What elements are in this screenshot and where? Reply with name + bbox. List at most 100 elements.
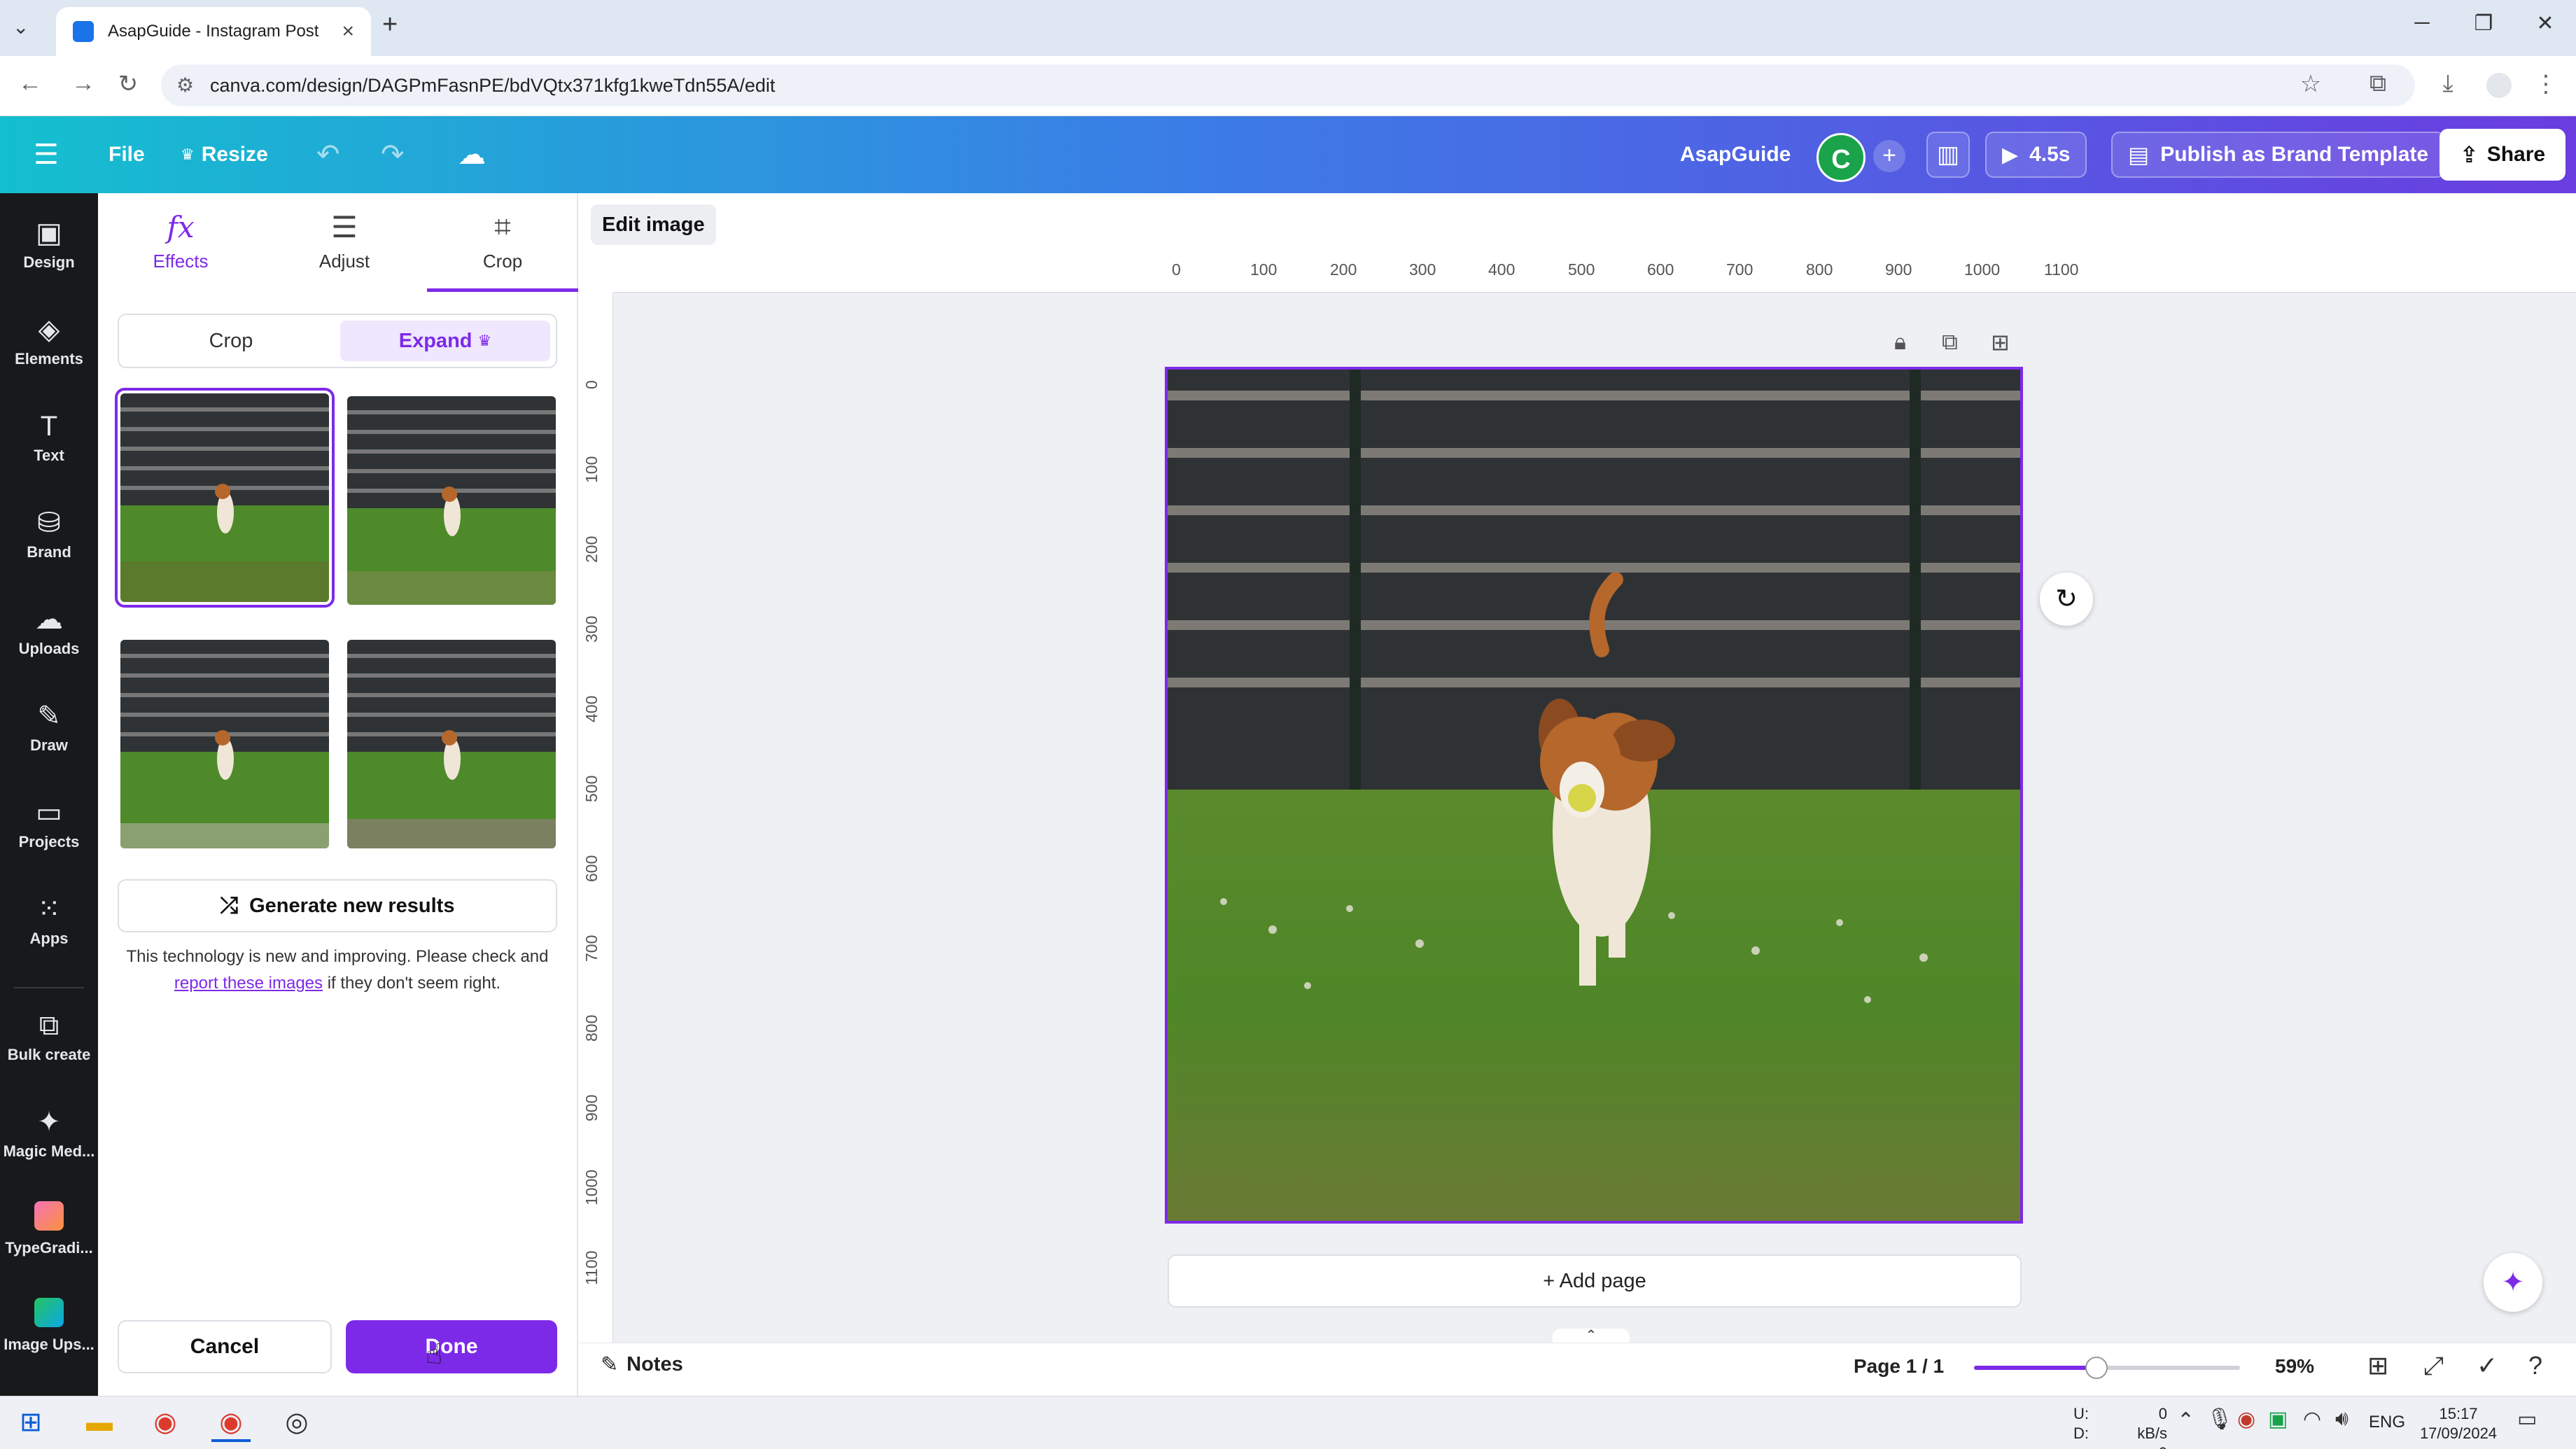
sidebar-item-typegradient[interactable]: TypeGradi... [0, 1201, 98, 1257]
app-tray-icon[interactable]: ▣ [2268, 1407, 2288, 1432]
add-page-icon[interactable]: ⊞ [1991, 329, 2010, 356]
file-menu[interactable]: File [108, 116, 145, 193]
tab-crop[interactable]: ⌗ Crop [433, 210, 573, 272]
sidebar-item-image-upscaler[interactable]: Image Ups... [0, 1298, 98, 1354]
check-circle-icon[interactable]: ✓ [2477, 1351, 2498, 1380]
sidebar-item-elements[interactable]: ◈ Elements [0, 312, 98, 368]
shapes-icon: ◈ [38, 314, 60, 345]
close-window-icon[interactable]: ✕ [2524, 11, 2566, 36]
show-pages-chevron-icon[interactable]: ⌃ [1553, 1329, 1630, 1343]
insights-button[interactable]: ▥ [1926, 132, 1970, 178]
share-button[interactable]: ⇪ Share [2440, 129, 2566, 181]
sidebar-item-draw[interactable]: ✎ Draw [0, 699, 98, 755]
sidebar-item-label: Bulk create [7, 1046, 91, 1063]
rotate-handle-icon[interactable]: ↻ [2040, 573, 2093, 626]
expand-option[interactable]: Expand ♛ [340, 321, 550, 361]
page-indicator[interactable]: Page 1 / 1 [1854, 1355, 1944, 1378]
notes-icon: ✎ [601, 1353, 619, 1376]
resize-button[interactable]: ♛ Resize [181, 116, 268, 193]
present-button[interactable]: ▶ 4.5s [1985, 132, 2087, 178]
sidebar-item-label: Elements [15, 350, 83, 368]
lock-icon[interactable]: 🔒︎ [1894, 329, 1906, 356]
sidebar-item-brand[interactable]: ⛁ Brand [0, 505, 98, 561]
clock[interactable]: 15:17 17/09/2024 [2416, 1404, 2500, 1443]
ruler-tick: 600 [1647, 260, 1674, 279]
reload-icon[interactable]: ↻ [111, 70, 146, 98]
add-page-button[interactable]: + Add page [1168, 1254, 2022, 1308]
browser-menu-icon[interactable]: ⋮ [2528, 70, 2563, 98]
notifications-icon[interactable]: ▭ [2517, 1407, 2537, 1432]
download-icon[interactable]: ⤓ [2430, 70, 2465, 97]
new-tab-icon[interactable]: + [382, 10, 398, 40]
sidebar-item-bulk-create[interactable]: ⧉ Bulk create [0, 1008, 98, 1064]
wifi-icon[interactable]: ◠ [2303, 1407, 2321, 1432]
sidebar-item-uploads[interactable]: ☁ Uploads [0, 602, 98, 658]
help-icon[interactable]: ? [2528, 1351, 2542, 1380]
browser-tab[interactable]: AsapGuide - Instagram Post × [56, 7, 371, 56]
tab-adjust[interactable]: ☰ Adjust [274, 210, 414, 272]
expand-result-3[interactable] [120, 640, 329, 848]
language-indicator[interactable]: ENG [2369, 1413, 2405, 1432]
microphone-icon[interactable]: 🎙︎ [2206, 1407, 2233, 1432]
team-name[interactable]: AsapGuide [1680, 116, 1791, 193]
duplicate-icon[interactable]: ⧉ [1942, 329, 1958, 356]
profile-avatar[interactable] [2486, 73, 2512, 98]
notes-button[interactable]: ✎ Notes [601, 1352, 683, 1377]
minimize-window-icon[interactable]: ─ [2401, 11, 2443, 35]
redo-icon[interactable]: ↷ [381, 137, 405, 172]
expand-result-1[interactable] [115, 388, 335, 608]
chrome-active-icon[interactable]: ◉ [211, 1403, 251, 1442]
tab-effects[interactable]: fx Effects [111, 210, 251, 272]
crop-option[interactable]: Crop [126, 321, 336, 361]
expand-result-4[interactable] [347, 640, 556, 848]
windows-start-icon[interactable]: ⊞ [11, 1403, 50, 1442]
generate-label: Generate new results [249, 894, 455, 917]
zoom-slider-handle[interactable] [2085, 1357, 2108, 1379]
typegradient-icon [0, 1201, 98, 1236]
restore-window-icon[interactable]: ❐ [2463, 11, 2505, 36]
forward-icon[interactable]: → [66, 70, 101, 97]
publish-brand-template-button[interactable]: ▤ Publish as Brand Template [2111, 132, 2446, 178]
hamburger-menu-icon[interactable]: ☰ [34, 137, 59, 172]
grid-view-icon[interactable]: ⊞ [2367, 1351, 2388, 1380]
bookmark-star-icon[interactable]: ☆ [2293, 70, 2328, 98]
sidebar-item-label: Magic Med... [3, 1142, 95, 1160]
folder-icon: ▭ [36, 797, 62, 828]
expand-result-2[interactable] [347, 396, 556, 605]
report-images-link[interactable]: report these images [174, 974, 323, 993]
generate-new-results-button[interactable]: ⤮ Generate new results [118, 879, 557, 932]
sidebar-item-apps[interactable]: ⁙ Apps [0, 892, 98, 948]
sidebar-item-projects[interactable]: ▭ Projects [0, 795, 98, 851]
sidebar-item-design[interactable]: ▣ Design [0, 216, 98, 272]
edit-image-button[interactable]: Edit image [591, 204, 716, 245]
sidebar-item-text[interactable]: T Text [0, 409, 98, 465]
bar-chart-icon: ▥ [1936, 141, 1960, 168]
tab-search-chevron-icon[interactable]: ⌄ [13, 15, 29, 38]
extensions-icon[interactable]: ⧉ [2360, 70, 2395, 97]
file-explorer-icon[interactable]: ▬ [80, 1403, 119, 1442]
back-icon[interactable]: ← [13, 70, 48, 97]
zoom-level[interactable]: 59% [2275, 1355, 2314, 1378]
volume-icon[interactable]: 🔊︎ [2335, 1407, 2348, 1431]
sidebar-item-magic-media[interactable]: ✦ Magic Med... [0, 1105, 98, 1161]
close-tab-icon[interactable]: × [342, 20, 354, 43]
undo-icon[interactable]: ↶ [316, 137, 340, 172]
show-hidden-icons-icon[interactable]: ⌃ [2177, 1408, 2194, 1433]
cancel-button[interactable]: Cancel [118, 1320, 332, 1373]
fullscreen-icon[interactable]: ⤢ [2423, 1351, 2444, 1381]
cloud-save-icon[interactable]: ☁ [458, 137, 486, 172]
site-info-icon[interactable]: ⚙ [176, 64, 194, 106]
design-canvas[interactable] [1165, 367, 2023, 1224]
done-button[interactable]: Done [346, 1320, 557, 1373]
user-avatar[interactable]: C [1816, 133, 1865, 182]
app-icon[interactable]: ◎ [277, 1403, 316, 1442]
add-collaborator-icon[interactable]: + [1873, 140, 1905, 172]
network-labels: U: D: [2073, 1404, 2089, 1443]
magic-assistant-icon[interactable]: ✦ [2484, 1253, 2542, 1312]
expand-result-image [347, 396, 556, 605]
ruler-tick: 1100 [582, 1250, 601, 1285]
grid-icon: ⁙ [37, 894, 61, 925]
address-bar[interactable]: ⚙ canva.com/design/DAGPmFasnPE/bdVQtx371… [161, 64, 2415, 106]
chrome-icon[interactable]: ◉ [146, 1403, 185, 1442]
record-icon[interactable]: ◉ [2237, 1407, 2255, 1432]
